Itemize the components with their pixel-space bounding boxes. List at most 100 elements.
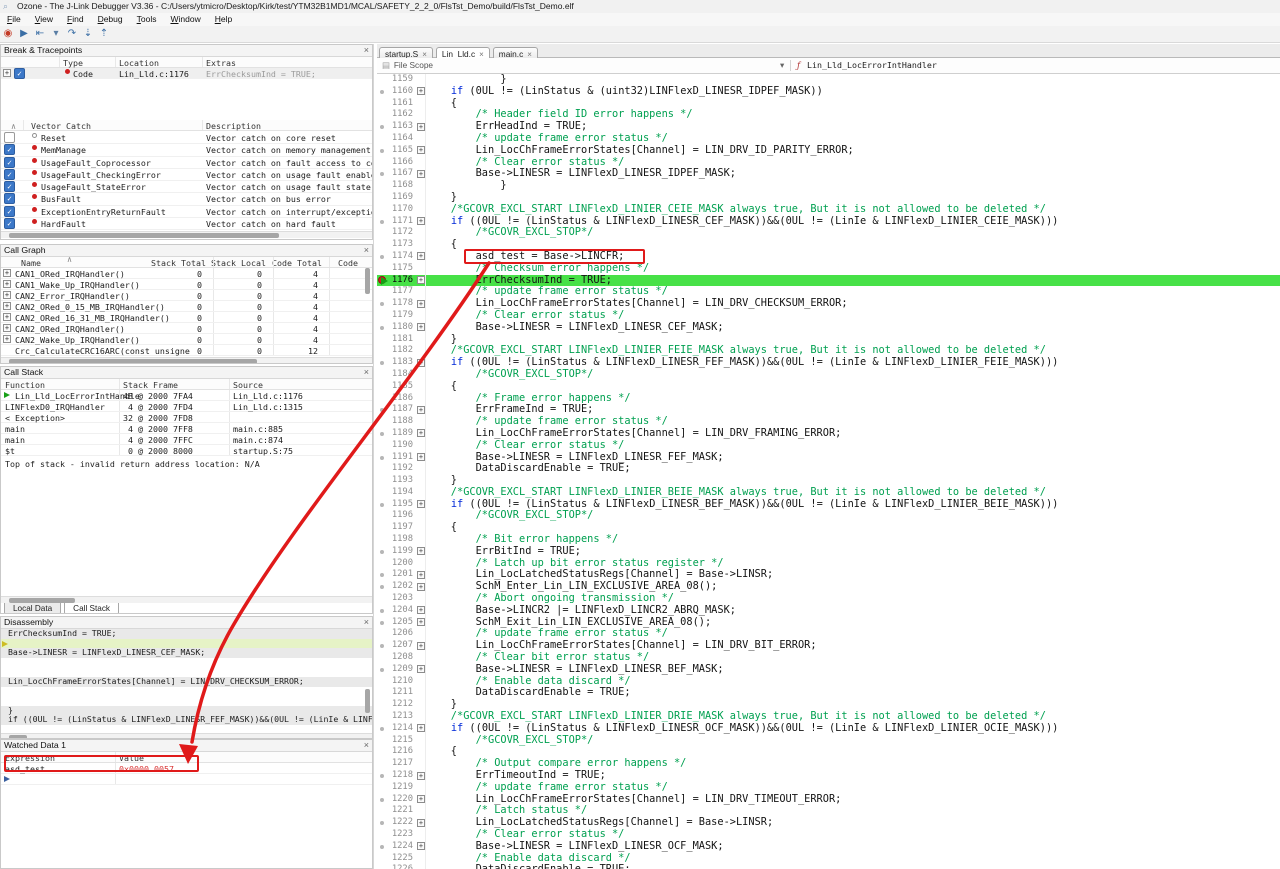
vector-catch-row[interactable]: ✓ BusFault Vector catch on bus error xyxy=(1,193,372,205)
fold-icon[interactable]: + xyxy=(417,819,425,827)
fold-icon[interactable]: + xyxy=(417,406,425,414)
disassembly-source-line[interactable]: } xyxy=(1,706,372,716)
fold-icon[interactable]: + xyxy=(417,170,425,178)
vector-catch-checkbox[interactable]: ✓ xyxy=(4,181,15,192)
watch-new-row[interactable] xyxy=(1,774,372,785)
code-line-1169[interactable]: 1169 } xyxy=(377,192,1280,204)
close-icon[interactable]: × xyxy=(364,740,369,751)
menu-tools[interactable]: Tools xyxy=(130,13,164,26)
disassembly-instruction[interactable]: 000067F0 STR R1, [R4, #12] xyxy=(1,696,372,706)
call-graph-row[interactable]: + CAN2_ORed_IRQHandler() 0 0 4 xyxy=(1,323,372,334)
vector-catch-checkbox[interactable]: ✓ xyxy=(4,206,15,217)
disassembly-instruction[interactable]: 000067E2 STR.W R12, [R5, #4] xyxy=(1,639,372,649)
disassembly-instruction[interactable]: 000067E8 STRB.W R0, [SP, #7] xyxy=(1,667,372,677)
disassembly-source-line[interactable]: Lin_LocChFrameErrorStates[Channel] = LIN… xyxy=(1,677,372,687)
call-graph-row[interactable]: + CAN2_Error_IRQHandler() 0 0 4 xyxy=(1,290,372,301)
vertical-scrollbar[interactable] xyxy=(365,689,370,713)
menu-debug[interactable]: Debug xyxy=(91,13,130,26)
menu-help[interactable]: Help xyxy=(208,13,239,26)
code-line-1211[interactable]: 1211 DataDiscardEnable = TRUE; xyxy=(377,687,1280,699)
dock-tab-call-stack[interactable]: Call Stack xyxy=(64,603,119,614)
call-graph-row[interactable]: + CAN2_Wake_Up_IRQHandler() 0 0 4 xyxy=(1,334,372,345)
code-editor[interactable]: 1159 }1160+ if (0UL != (LinStatus & (uin… xyxy=(377,74,1280,869)
reset-icon[interactable]: ⇤ xyxy=(32,26,48,42)
code-line-1172[interactable]: 1172 /*GCOVR_EXCL_STOP*/ xyxy=(377,227,1280,239)
disassembly-source-line[interactable]: ErrChecksumInd = TRUE; xyxy=(1,629,372,639)
vector-catch-checkbox[interactable]: ✓ xyxy=(4,144,15,155)
call-stack-row[interactable]: LINFlexD0_IRQHandler 4 @ 2000 7FD4 Lin_L… xyxy=(1,401,372,412)
code-line-1224[interactable]: 1224+ Base->LINESR = LINFlexD_LINESR_OCF… xyxy=(377,841,1280,853)
reset-dropdown-icon[interactable]: ▾ xyxy=(48,26,64,42)
vector-catch-row[interactable]: ✓ UsageFault_StateError Vector catch on … xyxy=(1,181,372,193)
code-line-1209[interactable]: 1209+ Base->LINESR = LINFlexD_LINESR_BEF… xyxy=(377,664,1280,676)
vector-catch-checkbox[interactable] xyxy=(4,132,15,143)
vector-catch-row[interactable]: Reset Vector catch on core reset xyxy=(1,132,372,144)
expand-icon[interactable]: + xyxy=(3,313,11,321)
call-graph-row[interactable]: + CAN1_Wake_Up_IRQHandler() 0 0 4 xyxy=(1,279,372,290)
step-out-icon[interactable]: ↷ xyxy=(64,26,80,42)
fold-icon[interactable]: + xyxy=(417,453,425,461)
close-icon[interactable]: × xyxy=(364,367,369,378)
disassembly-source-line[interactable]: if ((0UL != (LinStatus & LINFlexD_LINESR… xyxy=(1,715,372,725)
call-graph-row[interactable]: + CAN2_ORed_0_15_MB_IRQHandler() 0 0 4 xyxy=(1,301,372,312)
fold-icon[interactable]: + xyxy=(417,724,425,732)
menu-view[interactable]: View xyxy=(28,13,60,26)
menu-file[interactable]: File xyxy=(0,13,28,26)
fold-icon[interactable]: + xyxy=(417,547,425,555)
fold-icon[interactable]: + xyxy=(417,618,425,626)
breakpoint-checkbox[interactable]: ✓ xyxy=(14,68,25,79)
code-line-1167[interactable]: 1167+ Base->LINESR = LINFlexD_LINESR_IDP… xyxy=(377,168,1280,180)
code-line-1226[interactable]: 1226 DataDiscardEnable = TRUE; xyxy=(377,864,1280,869)
expand-icon[interactable]: + xyxy=(3,324,11,332)
dock-tab-local-data[interactable]: Local Data xyxy=(4,603,61,614)
expand-icon[interactable]: + xyxy=(3,335,11,343)
vector-catch-row[interactable]: ✓ ExceptionEntryReturnFault Vector catch… xyxy=(1,206,372,218)
fold-icon[interactable]: + xyxy=(417,252,425,260)
menu-window[interactable]: Window xyxy=(163,13,207,26)
fold-icon[interactable]: + xyxy=(417,842,425,850)
fold-icon[interactable]: + xyxy=(417,300,425,308)
dock-splitter[interactable] xyxy=(373,44,374,869)
call-stack-row[interactable]: $t 0 @ 2000 8000 startup.S:75 xyxy=(1,445,372,456)
call-stack-row[interactable]: main 4 @ 2000 7FF8 main.c:885 xyxy=(1,423,372,434)
expand-icon[interactable]: + xyxy=(3,280,11,288)
breakpoint-row[interactable]: + ✓ Code Lin_Lld.c:1176 ErrChecksumInd =… xyxy=(1,68,372,79)
horizontal-scrollbar[interactable] xyxy=(1,231,372,238)
code-line-1185[interactable]: 1185 { xyxy=(377,381,1280,393)
code-line-1214[interactable]: 1214+ if ((0UL != (LinStatus & LINFlexD_… xyxy=(377,723,1280,735)
horizontal-scrollbar[interactable] xyxy=(1,357,372,364)
vector-catch-checkbox[interactable]: ✓ xyxy=(4,193,15,204)
fold-icon[interactable]: + xyxy=(417,583,425,591)
code-line-1189[interactable]: 1189+ Lin_LocChFrameErrorStates[Channel]… xyxy=(377,428,1280,440)
code-line-1219[interactable]: 1219 /* update frame error status */ xyxy=(377,782,1280,794)
code-line-1170[interactable]: 1170 /*GCOVR_EXCL_START LINFlexD_LINIER_… xyxy=(377,204,1280,216)
disassembly-instruction[interactable]: 000067EC MOV.W R1, #0x1000 xyxy=(1,687,372,697)
menu-find[interactable]: Find xyxy=(60,13,91,26)
code-line-1160[interactable]: 1160+ if (0UL != (LinStatus & (uint32)LI… xyxy=(377,86,1280,98)
fold-icon[interactable]: + xyxy=(417,429,425,437)
code-line-1179[interactable]: 1179 /* Clear error status */ xyxy=(377,310,1280,322)
fold-icon[interactable]: + xyxy=(417,87,425,95)
call-graph-row[interactable]: Crc_CalculateCRC16ARC(const unsigne 0 0 … xyxy=(1,345,372,356)
expand-icon[interactable]: + xyxy=(3,69,11,77)
vector-catch-checkbox[interactable]: ✓ xyxy=(4,157,15,168)
vector-catch-checkbox[interactable]: ✓ xyxy=(4,169,15,180)
fold-icon[interactable]: + xyxy=(417,571,425,579)
code-line-1194[interactable]: 1194 /*GCOVR_EXCL_START LINFlexD_LINIER_… xyxy=(377,487,1280,499)
expand-icon[interactable]: + xyxy=(3,269,11,277)
close-icon[interactable]: × xyxy=(364,45,369,56)
vector-catch-row[interactable]: ✓ MemManage Vector catch on memory manag… xyxy=(1,144,372,156)
fold-icon[interactable]: + xyxy=(417,217,425,225)
disassembly-instruction[interactable]: 000067E6 MOVS R0, #1 xyxy=(1,658,372,668)
step-over-icon[interactable]: ⇡ xyxy=(96,26,112,42)
expand-icon[interactable]: + xyxy=(3,291,11,299)
resume-icon[interactable]: ▶ xyxy=(16,26,32,42)
close-icon[interactable]: × xyxy=(364,617,369,628)
code-line-1199[interactable]: 1199+ ErrBitInd = TRUE; xyxy=(377,546,1280,558)
code-line-1180[interactable]: 1180+ Base->LINESR = LINFlexD_LINESR_CEF… xyxy=(377,322,1280,334)
fold-icon[interactable]: + xyxy=(417,123,425,131)
fold-icon[interactable]: + xyxy=(417,642,425,650)
call-stack-row[interactable]: < Exception> 32 @ 2000 7FD8 xyxy=(1,412,372,423)
code-line-1190[interactable]: 1190 /* Clear error status */ xyxy=(377,440,1280,452)
code-line-1174[interactable]: 1174+ asd_test = Base->LINCFR; xyxy=(377,251,1280,263)
